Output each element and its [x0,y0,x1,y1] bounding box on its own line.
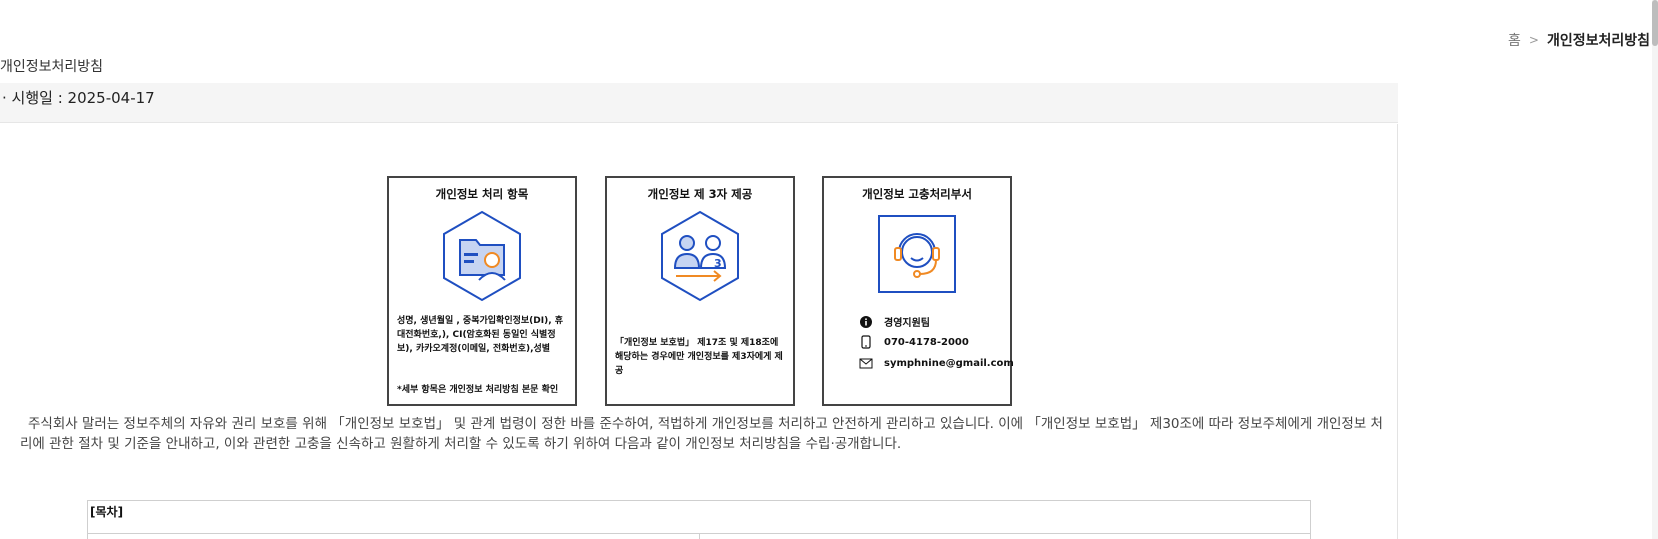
card-third-party: 개인정보 제 3자 제공 3 「개인정보 보호법」 제17조 및 제18조에 해… [605,176,795,406]
card-description: 「개인정보 보호법」 제17조 및 제18조에 해당하는 경우에만 개인정보를 … [615,338,783,376]
breadcrumb-current: 개인정보처리방침 [1546,33,1650,49]
intro-paragraph: 주식회사 말러는 정보주체의 자유와 권리 보호를 위해 「개인정보 보호법」 … [20,416,1383,452]
svg-text:3: 3 [714,257,722,270]
mail-icon [858,356,874,370]
contact-phone-text: 070-4178-2000 [884,336,969,348]
headset-support-icon [875,210,959,302]
page-scrollbar[interactable] [1652,0,1658,539]
contact-phone: 070-4178-2000 [858,335,969,349]
breadcrumb-separator-icon: > [1528,33,1539,47]
toc-title: [목차] [90,505,124,519]
third-party-hexagon-icon: 3 [658,210,742,302]
phone-icon [858,335,874,349]
info-icon [858,315,874,329]
policy-content: 개인정보 처리 항목 성명, 생년월일 , 중복가입확인정보(DI), 휴대전화… [0,124,1398,539]
breadcrumb: 홈 > 개인정보처리방침 [1508,30,1650,50]
toc-column-divider [699,533,700,539]
contact-department-text: 경영지원팀 [884,318,930,329]
card-description: 성명, 생년월일 , 중복가입확인정보(DI), 휴대전화번호,), CI(암호… [397,316,564,354]
card-title: 개인정보 처리 항목 [435,187,529,201]
card-processing-items: 개인정보 처리 항목 성명, 생년월일 , 중복가입확인정보(DI), 휴대전화… [387,176,577,406]
card-note: *세부 항목은 개인정보 처리방침 본문 확인 [397,385,559,395]
card-grievance-department: 개인정보 고충처리부서 경영지원팀 070-4178-2000 symphnin… [822,176,1014,406]
contact-email: symphnine@gmail.com [858,356,1014,370]
contact-email-text[interactable]: symphnine@gmail.com [884,358,1014,369]
scrollbar-thumb[interactable] [1652,0,1658,46]
breadcrumb-home-link[interactable]: 홈 [1508,30,1521,50]
card-title: 개인정보 제 3자 제공 [647,187,753,201]
effective-date-bar: · 시행일 : 2025-04-17 [0,83,1398,123]
card-title: 개인정보 고충처리부서 [862,187,972,201]
folder-person-hexagon-icon [440,210,524,302]
contact-department: 경영지원팀 [858,314,930,329]
effective-date: · 시행일 : 2025-04-17 [2,89,155,107]
table-of-contents: [목차] [87,500,1311,539]
page-title: 개인정보처리방침 [0,59,104,75]
